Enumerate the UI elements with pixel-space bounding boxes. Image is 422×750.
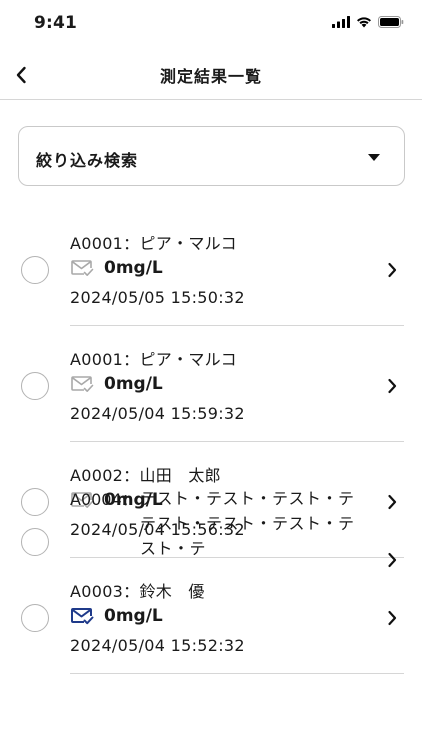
item-value-row: 0mg/L <box>70 258 163 278</box>
status-bar: 9:41 <box>0 0 422 48</box>
item-name: A0003：鈴木 優 <box>70 582 205 601</box>
nav-bar: 測定結果一覧 <box>0 48 422 100</box>
item-timestamp: 2024/05/04 15:52:32 <box>70 636 245 655</box>
item-value-row: 0mg/L <box>70 606 163 626</box>
wifi-icon <box>357 17 371 28</box>
item-name: A0001：ピア・マルコ <box>70 350 237 369</box>
list-item[interactable]: A0003：鈴木 優 0mg/L 2024/05/04 15:52:32 <box>0 558 422 674</box>
chevron-right-icon <box>388 552 397 568</box>
measurement-value: 0mg/L <box>104 606 163 626</box>
item-id: A0004： <box>70 490 138 509</box>
signal-icon <box>332 16 350 28</box>
status-time: 9:41 <box>34 13 78 33</box>
measurement-value: 0mg/L <box>104 258 163 278</box>
list-item[interactable]: A0004： テスト・テスト・テスト・テテスト・テスト・テスト・テスト・テ <box>0 480 422 568</box>
mail-check-icon <box>70 258 94 278</box>
select-radio[interactable] <box>21 256 49 284</box>
battery-icon <box>378 16 404 28</box>
item-timestamp: 2024/05/04 15:59:32 <box>70 404 245 423</box>
caret-down-icon <box>368 154 380 161</box>
status-icons <box>332 16 404 28</box>
item-timestamp: 2024/05/05 15:50:32 <box>70 288 245 307</box>
item-value-row: 0mg/L <box>70 374 163 394</box>
divider <box>70 673 404 674</box>
filter-dropdown[interactable]: 絞り込み検索 <box>18 126 405 186</box>
select-radio[interactable] <box>21 528 49 556</box>
select-radio[interactable] <box>21 604 49 632</box>
select-radio[interactable] <box>21 372 49 400</box>
mail-check-icon <box>70 374 94 394</box>
page-title: 測定結果一覧 <box>159 67 262 86</box>
list-item[interactable]: A0001：ピア・マルコ 0mg/L 2024/05/05 15:50:32 <box>0 210 422 326</box>
filter-label: 絞り込み検索 <box>36 151 139 170</box>
mail-check-icon <box>70 606 94 626</box>
list-item[interactable]: A0001：ピア・マルコ 0mg/L 2024/05/04 15:59:32 <box>0 326 422 442</box>
item-name: テスト・テスト・テスト・テテスト・テスト・テスト・テスト・テ <box>140 489 355 558</box>
item-name: A0001：ピア・マルコ <box>70 234 237 253</box>
measurement-value: 0mg/L <box>104 374 163 394</box>
